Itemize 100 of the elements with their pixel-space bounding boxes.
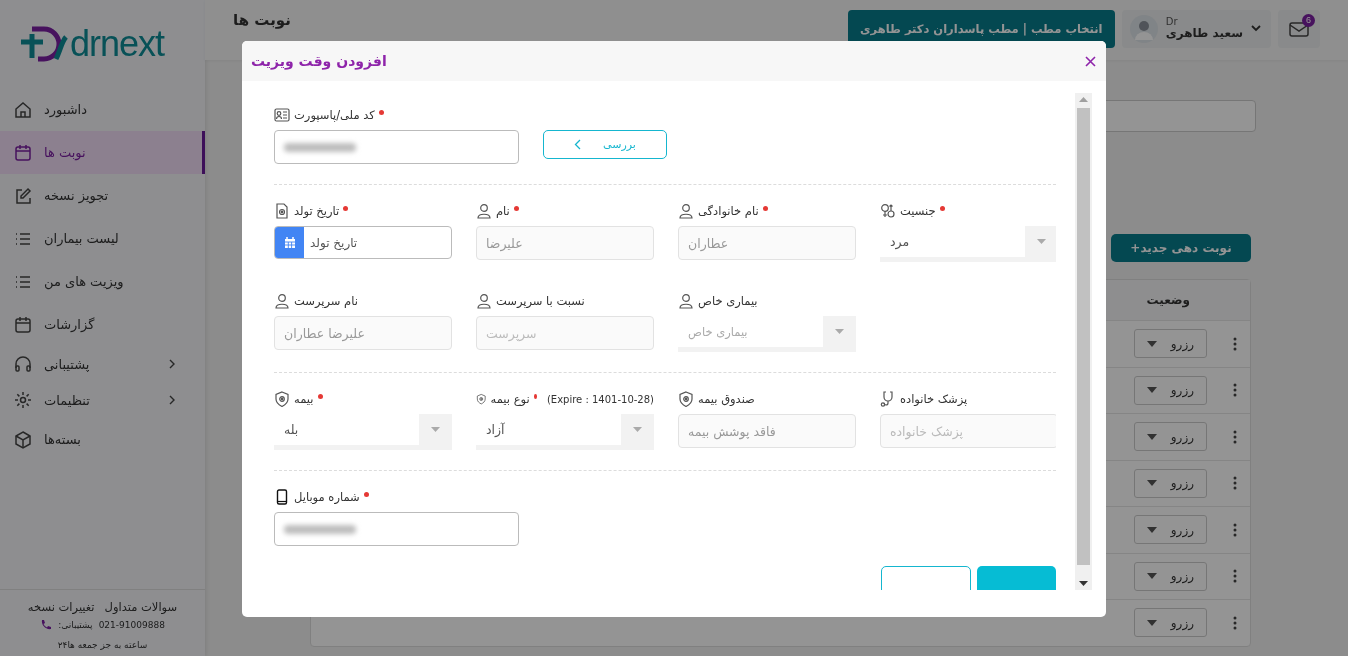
menu-icon — [14, 391, 32, 409]
user-name: سعید طاهری — [1165, 27, 1243, 41]
field-label: نام — [496, 204, 510, 218]
field-label: بیماری خاص — [698, 294, 758, 308]
status-select[interactable]: رزرو — [1134, 561, 1207, 591]
sidebar-item[interactable]: تنظیمات — [0, 382, 205, 418]
menu-icon — [14, 355, 32, 373]
support-phone: 021-91009888 — [98, 620, 165, 630]
menu-icon — [14, 186, 32, 205]
date-field[interactable]: تاریخ تولد — [274, 226, 452, 259]
select-field[interactable]: آزاد — [476, 414, 654, 450]
stethoscope-icon — [880, 391, 896, 407]
notification-badge: 6 — [1302, 13, 1315, 27]
select-field[interactable]: بله — [274, 414, 452, 450]
field-label: نام سرپرست — [294, 294, 358, 308]
dropdown-arrow-icon — [633, 427, 642, 432]
dropdown-arrow-icon — [1147, 340, 1157, 347]
status-select[interactable]: رزرو — [1134, 608, 1207, 638]
more-icon[interactable] — [1233, 476, 1237, 491]
new-appointment-button[interactable]: +نوبت دهی جدید — [1111, 234, 1251, 262]
status-select[interactable]: رزرو — [1134, 422, 1207, 452]
scroll-thumb[interactable] — [1077, 108, 1090, 565]
footer-link[interactable]: تغییرات نسخه — [27, 600, 95, 614]
sidebar-item[interactable]: ویزیت های من — [0, 260, 205, 303]
footer-link[interactable]: سوالات متداول — [104, 600, 178, 614]
menu-icon — [14, 100, 32, 119]
status-select[interactable]: رزرو — [1134, 375, 1207, 405]
dropdown-arrow-icon — [835, 329, 844, 334]
field-label: نسبت با سرپرست — [496, 294, 585, 308]
field-label: نوع بیمه — [490, 392, 530, 406]
sidebar-item[interactable]: گزارشات — [0, 303, 205, 346]
field-label: بیمه — [294, 392, 314, 406]
logo-icon — [18, 26, 68, 62]
user-icon — [678, 203, 694, 219]
field-label: پزشک خانواده — [900, 392, 968, 406]
more-icon[interactable] — [1233, 522, 1237, 537]
chevron-icon — [168, 395, 176, 405]
document-icon — [274, 203, 290, 219]
redacted-value — [284, 524, 356, 534]
field-label: تاریخ تولد — [294, 204, 340, 218]
dropdown-arrow-icon — [1147, 573, 1157, 580]
status-select[interactable]: رزرو — [1134, 468, 1207, 498]
chevron-icon — [574, 139, 582, 150]
id-card-icon — [274, 107, 290, 123]
dropdown-arrow-icon — [1037, 239, 1046, 244]
user-icon — [678, 293, 694, 309]
field-label: کد ملی/پاسپورت — [294, 108, 375, 122]
shield-icon — [678, 391, 694, 407]
more-icon[interactable] — [1233, 569, 1237, 584]
sidebar-item[interactable]: داشبورد — [0, 88, 205, 131]
field-label: جنسیت — [900, 204, 936, 218]
user-icon — [476, 293, 492, 309]
logo-text: drnext — [70, 26, 165, 62]
user-title: Dr — [1165, 16, 1179, 28]
caret-icon — [1251, 25, 1261, 32]
menu-icon — [14, 430, 32, 449]
gender-icon — [880, 203, 896, 219]
dropdown-arrow-icon — [1147, 433, 1157, 440]
dropdown-arrow-icon — [431, 427, 440, 432]
avatar-icon — [1129, 14, 1158, 43]
phone-icon — [40, 619, 53, 631]
sidebar-item[interactable]: بسته‌ها — [0, 418, 205, 461]
calendar-icon — [283, 236, 296, 249]
close-icon[interactable] — [1085, 55, 1096, 67]
dropdown-arrow-icon — [1147, 619, 1157, 626]
status-select[interactable]: رزرو — [1134, 515, 1207, 545]
input-field[interactable] — [274, 512, 519, 546]
status-select[interactable]: رزرو — [1134, 329, 1207, 359]
shield-icon — [274, 391, 290, 407]
scroll-down-icon[interactable] — [1079, 581, 1088, 586]
more-icon[interactable] — [1233, 615, 1237, 630]
more-icon[interactable] — [1233, 336, 1237, 351]
mail-button[interactable]: 6 — [1278, 9, 1320, 48]
support-label: :پشتیبانی — [58, 620, 93, 630]
field-label: شماره موبایل — [294, 490, 360, 504]
sidebar-item[interactable]: لیست بیماران — [0, 217, 205, 260]
select-field[interactable]: مرد — [880, 226, 1056, 262]
sidebar-item[interactable]: تجویز نسخه — [0, 174, 205, 217]
scrollbar[interactable] — [1075, 93, 1092, 590]
calendar-button[interactable] — [275, 227, 304, 258]
chevron-icon — [168, 359, 176, 369]
input-field[interactable] — [274, 130, 519, 164]
phone-icon — [274, 489, 290, 505]
user-icon — [476, 203, 492, 219]
sidebar-item[interactable]: پشتیبانی — [0, 346, 205, 382]
expiry-note: (Expire : 1401-10-28) — [546, 393, 654, 405]
dropdown-arrow-icon — [1147, 526, 1157, 533]
field-label: صندوق بیمه — [698, 392, 755, 406]
menu-icon — [14, 143, 32, 162]
more-icon[interactable] — [1233, 383, 1237, 398]
support-hours: ۲۴ساعته به جز جمعه ها — [57, 640, 148, 650]
shield-icon — [476, 391, 487, 407]
user-icon — [274, 293, 290, 309]
field-label: نام خانوادگی — [698, 204, 759, 218]
more-icon[interactable] — [1233, 429, 1237, 444]
menu-icon — [14, 315, 32, 334]
redacted-value — [284, 142, 356, 152]
dropdown-arrow-icon — [1147, 387, 1157, 394]
sidebar-item[interactable]: نوبت ها — [0, 131, 205, 174]
page-title: نوبت ها — [233, 11, 291, 29]
